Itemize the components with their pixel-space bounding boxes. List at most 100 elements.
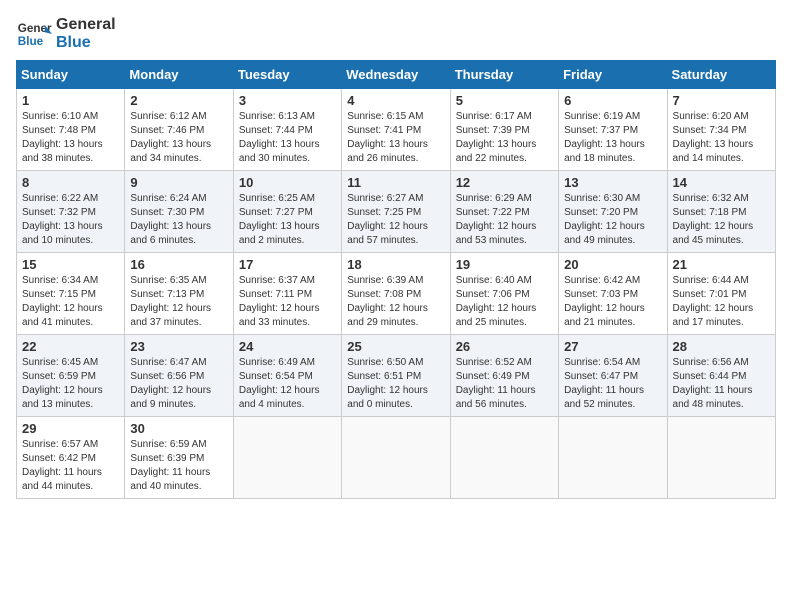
- day-number: 9: [130, 175, 227, 190]
- empty-cell: [233, 417, 341, 499]
- day-number: 20: [564, 257, 661, 272]
- empty-cell: [342, 417, 450, 499]
- day-cell-26: 26Sunrise: 6:52 AM Sunset: 6:49 PM Dayli…: [450, 335, 558, 417]
- day-cell-28: 28Sunrise: 6:56 AM Sunset: 6:44 PM Dayli…: [667, 335, 775, 417]
- day-cell-10: 10 Sunrise: 6:25 AM Sunset: 7:27 PM Dayli…: [233, 171, 341, 253]
- day-cell-3: 3 Sunrise: 6:13 AM Sunset: 7:44 PM Daylig…: [233, 89, 341, 171]
- day-number: 21: [673, 257, 770, 272]
- day-info: Sunrise: 6:40 AM Sunset: 7:06 PM Dayligh…: [456, 274, 553, 330]
- day-cell-12: 12 Sunrise: 6:29 AM Sunset: 7:22 PM Dayli…: [450, 171, 558, 253]
- svg-text:Blue: Blue: [18, 35, 44, 48]
- day-number: 3: [239, 93, 336, 108]
- day-info: Sunrise: 6:37 AM Sunset: 7:11 PM Dayligh…: [239, 274, 336, 330]
- day-cell-25: 25 Sunrise: 6:50 AM Sunset: 6:51 PM Dayli…: [342, 335, 450, 417]
- day-number: 6: [564, 93, 661, 108]
- day-number: 16: [130, 257, 227, 272]
- day-cell-18: 18 Sunrise: 6:39 AM Sunset: 7:08 PM Dayli…: [342, 253, 450, 335]
- empty-cell: [559, 417, 667, 499]
- day-info: Sunrise: 6:50 AM Sunset: 6:51 PM Dayligh…: [347, 356, 444, 412]
- day-number: 29: [22, 421, 119, 436]
- day-cell-17: 17 Sunrise: 6:37 AM Sunset: 7:11 PM Dayli…: [233, 253, 341, 335]
- day-number: 13: [564, 175, 661, 190]
- day-cell-30: 30 Sunrise: 6:59 AM Sunset: 6:39 PM Dayli…: [125, 417, 233, 499]
- day-number: 4: [347, 93, 444, 108]
- day-number: 18: [347, 257, 444, 272]
- day-info: Sunrise: 6:24 AM Sunset: 7:30 PM Dayligh…: [130, 192, 227, 248]
- day-info: Sunrise: 6:59 AM Sunset: 6:39 PM Dayligh…: [130, 438, 227, 494]
- day-cell-9: 9 Sunrise: 6:24 AM Sunset: 7:30 PM Daylig…: [125, 171, 233, 253]
- day-cell-1: 1 Sunrise: 6:10 AM Sunset: 7:48 PM Daylig…: [17, 89, 125, 171]
- day-number: 27: [564, 339, 661, 354]
- day-cell-16: 16 Sunrise: 6:35 AM Sunset: 7:13 PM Dayli…: [125, 253, 233, 335]
- day-info: Sunrise: 6:45 AM Sunset: 6:59 PM Dayligh…: [22, 356, 119, 412]
- day-number: 1: [22, 93, 119, 108]
- day-number: 15: [22, 257, 119, 272]
- day-cell-8: 8Sunrise: 6:22 AM Sunset: 7:32 PM Daylig…: [17, 171, 125, 253]
- day-info: Sunrise: 6:10 AM Sunset: 7:48 PM Dayligh…: [22, 110, 119, 166]
- logo: General Blue General Blue: [16, 16, 116, 52]
- day-info: Sunrise: 6:30 AM Sunset: 7:20 PM Dayligh…: [564, 192, 661, 248]
- weekday-header-wednesday: Wednesday: [342, 61, 450, 89]
- day-number: 12: [456, 175, 553, 190]
- day-cell-29: 29 Sunrise: 6:57 AM Sunset: 6:42 PM Dayli…: [17, 417, 125, 499]
- day-info: Sunrise: 6:34 AM Sunset: 7:15 PM Dayligh…: [22, 274, 119, 330]
- day-info: Sunrise: 6:15 AM Sunset: 7:41 PM Dayligh…: [347, 110, 444, 166]
- day-number: 11: [347, 175, 444, 190]
- day-cell-23: 23 Sunrise: 6:47 AM Sunset: 6:56 PM Dayli…: [125, 335, 233, 417]
- day-number: 22: [22, 339, 119, 354]
- page-header: General Blue General Blue: [16, 16, 776, 52]
- day-number: 8: [22, 175, 119, 190]
- day-info: Sunrise: 6:44 AM Sunset: 7:01 PM Dayligh…: [673, 274, 770, 330]
- day-cell-21: 21 Sunrise: 6:44 AM Sunset: 7:01 PM Dayli…: [667, 253, 775, 335]
- day-info: Sunrise: 6:32 AM Sunset: 7:18 PM Dayligh…: [673, 192, 770, 248]
- weekday-header-monday: Monday: [125, 61, 233, 89]
- day-info: Sunrise: 6:42 AM Sunset: 7:03 PM Dayligh…: [564, 274, 661, 330]
- logo-icon: General Blue: [16, 16, 52, 52]
- day-cell-27: 27 Sunrise: 6:54 AM Sunset: 6:47 PM Dayli…: [559, 335, 667, 417]
- day-cell-14: 14Sunrise: 6:32 AM Sunset: 7:18 PM Dayli…: [667, 171, 775, 253]
- day-info: Sunrise: 6:19 AM Sunset: 7:37 PM Dayligh…: [564, 110, 661, 166]
- day-cell-15: 15 Sunrise: 6:34 AM Sunset: 7:15 PM Dayli…: [17, 253, 125, 335]
- day-cell-22: 22 Sunrise: 6:45 AM Sunset: 6:59 PM Dayli…: [17, 335, 125, 417]
- day-info: Sunrise: 6:35 AM Sunset: 7:13 PM Dayligh…: [130, 274, 227, 330]
- calendar-table: SundayMondayTuesdayWednesdayThursdayFrid…: [16, 60, 776, 499]
- day-number: 10: [239, 175, 336, 190]
- weekday-header-thursday: Thursday: [450, 61, 558, 89]
- weekday-header-friday: Friday: [559, 61, 667, 89]
- day-cell-7: 7Sunrise: 6:20 AM Sunset: 7:34 PM Daylig…: [667, 89, 775, 171]
- day-cell-24: 24 Sunrise: 6:49 AM Sunset: 6:54 PM Dayli…: [233, 335, 341, 417]
- day-cell-13: 13 Sunrise: 6:30 AM Sunset: 7:20 PM Dayli…: [559, 171, 667, 253]
- day-number: 17: [239, 257, 336, 272]
- empty-cell: [450, 417, 558, 499]
- day-info: Sunrise: 6:39 AM Sunset: 7:08 PM Dayligh…: [347, 274, 444, 330]
- day-cell-5: 5Sunrise: 6:17 AM Sunset: 7:39 PM Daylig…: [450, 89, 558, 171]
- day-cell-6: 6 Sunrise: 6:19 AM Sunset: 7:37 PM Daylig…: [559, 89, 667, 171]
- day-number: 23: [130, 339, 227, 354]
- day-number: 5: [456, 93, 553, 108]
- day-info: Sunrise: 6:47 AM Sunset: 6:56 PM Dayligh…: [130, 356, 227, 412]
- day-number: 24: [239, 339, 336, 354]
- day-number: 19: [456, 257, 553, 272]
- day-info: Sunrise: 6:54 AM Sunset: 6:47 PM Dayligh…: [564, 356, 661, 412]
- weekday-header-saturday: Saturday: [667, 61, 775, 89]
- day-number: 26: [456, 339, 553, 354]
- day-number: 30: [130, 421, 227, 436]
- logo-blue: Blue: [56, 34, 116, 52]
- day-number: 25: [347, 339, 444, 354]
- day-info: Sunrise: 6:49 AM Sunset: 6:54 PM Dayligh…: [239, 356, 336, 412]
- day-number: 28: [673, 339, 770, 354]
- day-cell-4: 4 Sunrise: 6:15 AM Sunset: 7:41 PM Daylig…: [342, 89, 450, 171]
- day-cell-11: 11 Sunrise: 6:27 AM Sunset: 7:25 PM Dayli…: [342, 171, 450, 253]
- empty-cell: [667, 417, 775, 499]
- day-info: Sunrise: 6:29 AM Sunset: 7:22 PM Dayligh…: [456, 192, 553, 248]
- day-info: Sunrise: 6:13 AM Sunset: 7:44 PM Dayligh…: [239, 110, 336, 166]
- day-number: 2: [130, 93, 227, 108]
- day-info: Sunrise: 6:25 AM Sunset: 7:27 PM Dayligh…: [239, 192, 336, 248]
- weekday-header-sunday: Sunday: [17, 61, 125, 89]
- day-cell-20: 20 Sunrise: 6:42 AM Sunset: 7:03 PM Dayli…: [559, 253, 667, 335]
- day-info: Sunrise: 6:12 AM Sunset: 7:46 PM Dayligh…: [130, 110, 227, 166]
- day-cell-19: 19 Sunrise: 6:40 AM Sunset: 7:06 PM Dayli…: [450, 253, 558, 335]
- logo-general: General: [56, 16, 116, 34]
- day-info: Sunrise: 6:57 AM Sunset: 6:42 PM Dayligh…: [22, 438, 119, 494]
- day-info: Sunrise: 6:27 AM Sunset: 7:25 PM Dayligh…: [347, 192, 444, 248]
